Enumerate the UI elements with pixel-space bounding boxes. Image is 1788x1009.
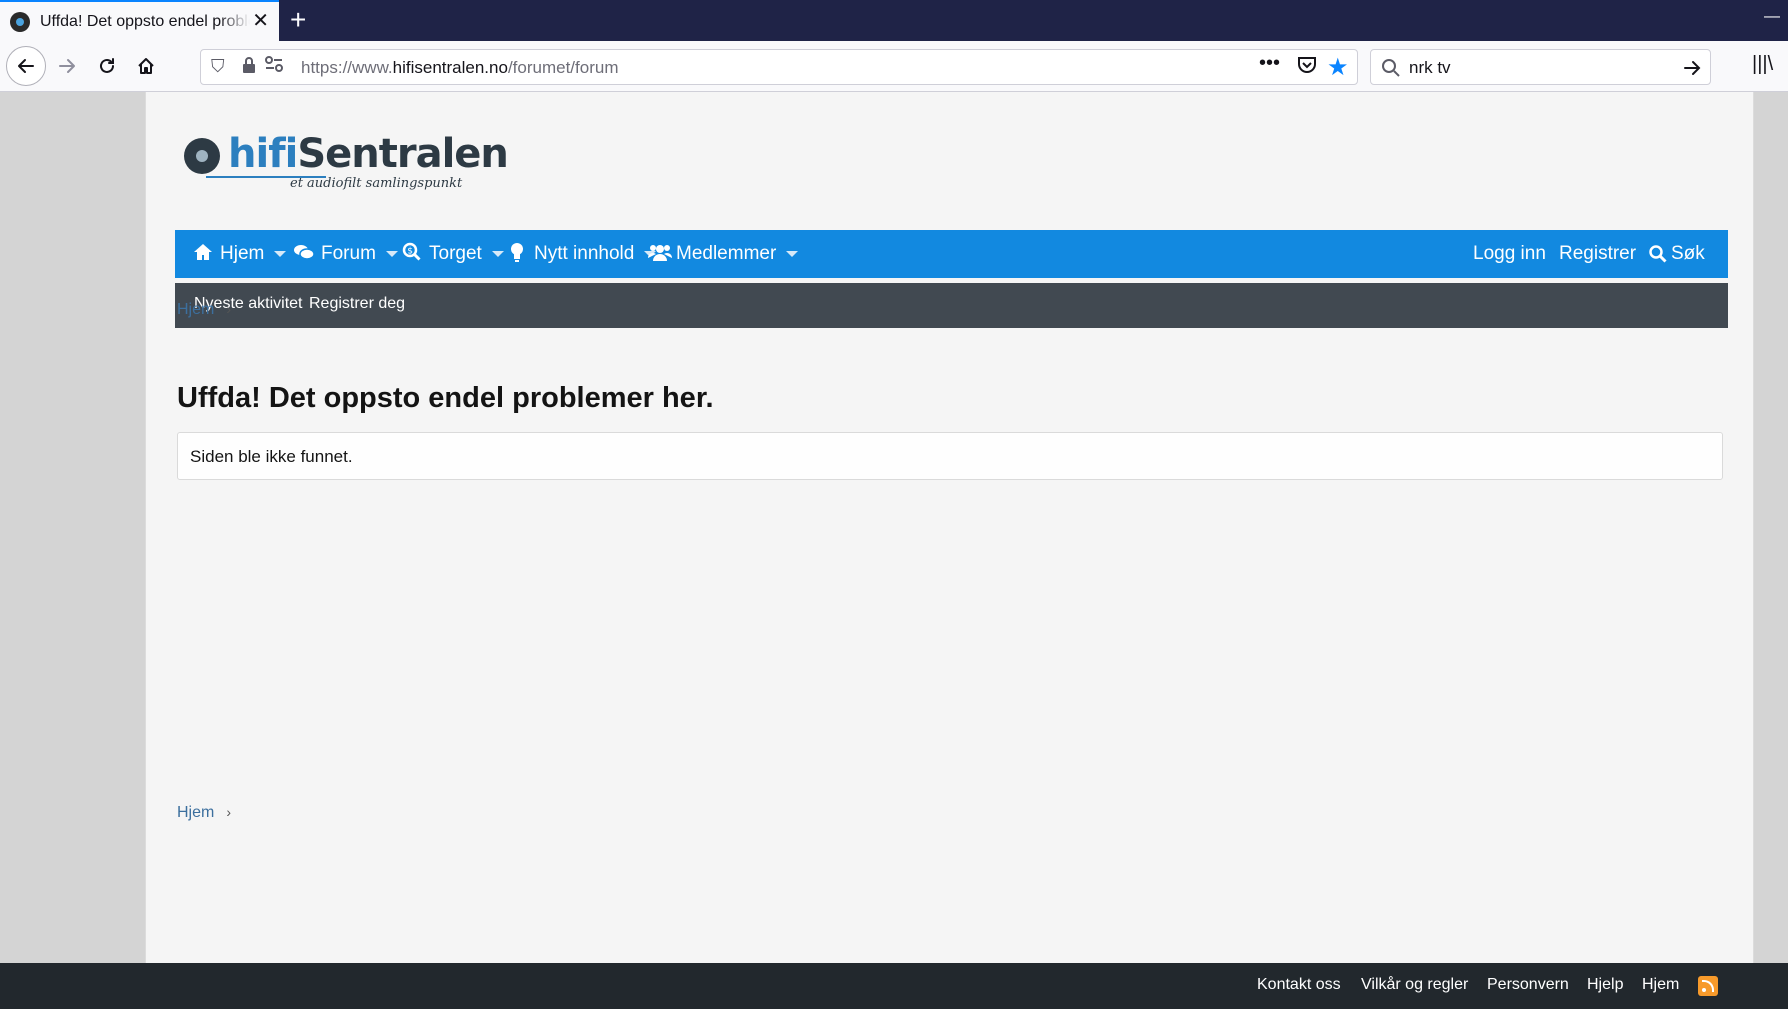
browser-toolbar: ⛉ https://www.hifisentralen.no/forumet/f…	[0, 41, 1788, 92]
home-icon	[192, 243, 214, 266]
nav-item-nytt-innhold[interactable]: Nytt innhold	[506, 230, 657, 278]
breadcrumb: Hjem ›	[177, 301, 231, 319]
logo-wordmark: hifiSentralen	[228, 131, 509, 177]
arrow-left-icon	[18, 59, 34, 73]
chevron-right-icon: ›	[226, 804, 232, 820]
users-icon	[648, 243, 672, 266]
site-favicon-icon	[10, 11, 30, 32]
close-tab-icon[interactable]: ✕	[252, 11, 269, 31]
lightbulb-icon	[506, 242, 528, 267]
dollar-search-icon: $	[401, 242, 423, 267]
breadcrumb-home-link[interactable]: Hjem	[177, 301, 214, 318]
nav-item-forum[interactable]: Forum	[293, 230, 398, 278]
search-input[interactable]: nrk tv	[1409, 58, 1451, 78]
search-icon	[1649, 245, 1667, 263]
rss-icon[interactable]	[1698, 976, 1718, 996]
chevron-down-icon[interactable]	[274, 251, 287, 257]
search-bar[interactable]: nrk tv	[1370, 49, 1711, 85]
minimize-window-icon[interactable]: —	[1764, 8, 1780, 26]
search-icon	[1382, 59, 1400, 77]
comments-icon	[293, 243, 315, 266]
site-footer: Kontakt oss Vilkår og regler Personvern …	[0, 963, 1788, 1009]
home-button[interactable]	[129, 49, 163, 83]
breadcrumb-bottom: Hjem ›	[177, 804, 231, 822]
site-logo[interactable]: hifiSentralen et audiofilt samlingspunkt	[184, 132, 509, 194]
tab-title: Uffda! Det oppsto endel problemer her.	[40, 12, 250, 30]
bookmark-star-icon[interactable]: ★	[1327, 53, 1349, 82]
pocket-icon[interactable]	[1297, 56, 1317, 79]
register-account-link[interactable]: Registrer deg	[309, 295, 405, 313]
logo-tagline: et audiofilt samlingspunkt	[290, 176, 463, 191]
nav-label: Hjem	[220, 243, 265, 264]
search-link[interactable]: Søk	[1649, 230, 1705, 278]
nav-label: Torget	[429, 243, 482, 264]
nav-item-medlemmer[interactable]: Medlemmer	[648, 230, 799, 278]
footer-link-privacy[interactable]: Personvern	[1487, 976, 1569, 994]
nav-item-hjem[interactable]: Hjem	[192, 230, 287, 278]
page-container: hifiSentralen et audiofilt samlingspunkt…	[145, 92, 1754, 963]
page-title: Uffda! Det oppsto endel problemer her.	[177, 382, 714, 414]
error-notice: Siden ble ikke funnet.	[177, 432, 1723, 480]
library-icon[interactable]: |||\	[1752, 53, 1773, 76]
footer-link-home[interactable]: Hjem	[1642, 976, 1679, 994]
forward-button[interactable]	[50, 49, 84, 83]
chevron-right-icon: ›	[226, 301, 232, 317]
search-label: Søk	[1671, 243, 1705, 264]
url-bar[interactable]: ⛉ https://www.hifisentralen.no/forumet/f…	[200, 49, 1358, 85]
footer-link-contact[interactable]: Kontakt oss	[1257, 976, 1341, 994]
lock-icon[interactable]	[241, 56, 257, 79]
footer-link-terms[interactable]: Vilkår og regler	[1361, 976, 1468, 994]
permissions-icon[interactable]	[265, 56, 283, 77]
login-link[interactable]: Logg inn	[1473, 230, 1546, 278]
browser-tab[interactable]: Uffda! Det oppsto endel problemer her. ✕	[0, 0, 279, 41]
breadcrumb-home-link[interactable]: Hjem	[177, 804, 214, 821]
register-link[interactable]: Registrer	[1559, 230, 1636, 278]
reload-icon	[100, 58, 114, 73]
tab-strip: Uffda! Det oppsto endel problemer her. ✕…	[0, 0, 1788, 41]
arrow-right-icon	[59, 59, 75, 73]
logo-disc-icon	[184, 138, 220, 174]
nav-item-torget[interactable]: $ Torget	[401, 230, 504, 278]
page-actions-icon[interactable]: •••	[1259, 52, 1280, 75]
home-icon	[138, 58, 154, 74]
shield-icon[interactable]: ⛉	[211, 56, 225, 77]
url-text[interactable]: https://www.hifisentralen.no/forumet/for…	[301, 58, 619, 78]
footer-link-help[interactable]: Hjelp	[1587, 976, 1623, 994]
nav-label: Nytt innhold	[534, 243, 635, 264]
go-arrow-icon	[1684, 61, 1701, 75]
svg-text:$: $	[407, 246, 413, 256]
new-tab-button[interactable]: +	[290, 4, 306, 36]
sub-nav: Nyeste aktivitet Registrer deg	[175, 283, 1728, 328]
chevron-down-icon[interactable]	[385, 251, 398, 257]
reload-button[interactable]	[90, 49, 124, 83]
chevron-down-icon[interactable]	[786, 251, 799, 257]
chevron-down-icon[interactable]	[491, 251, 504, 257]
nav-label: Forum	[321, 243, 376, 264]
main-nav: Hjem Forum $ Torget Nytt innhold Medlemm…	[175, 230, 1728, 278]
back-button[interactable]	[6, 46, 46, 86]
nav-label: Medlemmer	[676, 243, 777, 264]
